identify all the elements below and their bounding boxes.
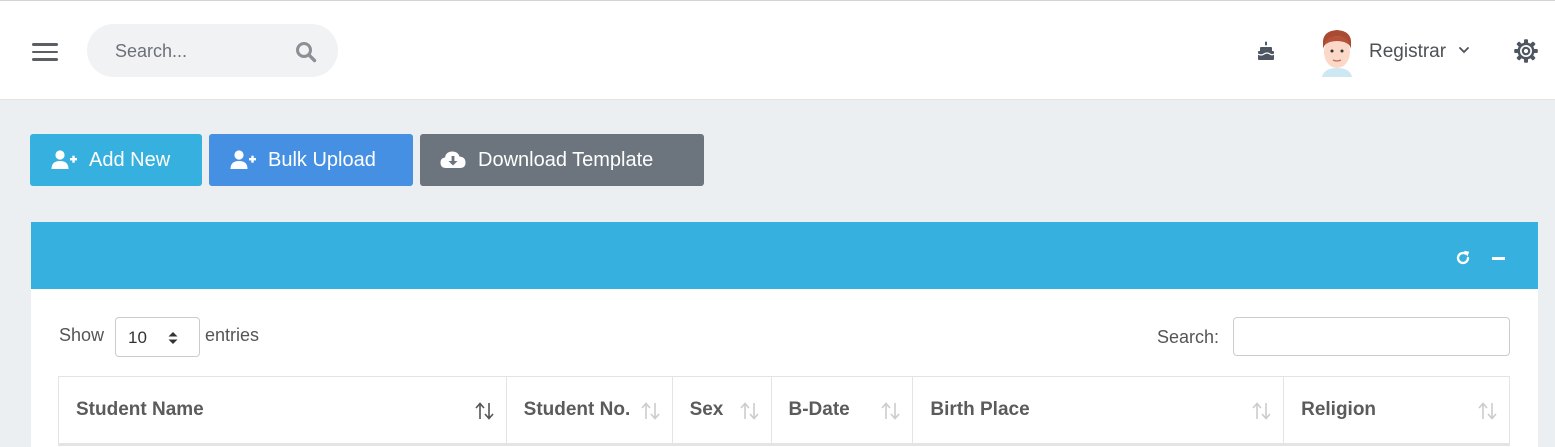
column-label: Religion — [1301, 399, 1377, 420]
bulk-upload-button[interactable]: Bulk Upload — [209, 134, 413, 186]
entries-label: entries — [205, 325, 260, 345]
column-header-student-name[interactable]: Student Name — [58, 376, 507, 446]
column-header-student-no[interactable]: Student No. — [505, 376, 673, 446]
column-header-religion[interactable]: Religion — [1283, 376, 1510, 446]
show-label: Show — [59, 325, 105, 345]
global-search-input[interactable] — [115, 39, 295, 63]
sort-icon — [475, 402, 494, 420]
sort-icon — [1252, 402, 1271, 420]
select-arrows-icon — [168, 332, 178, 344]
card-header — [31, 222, 1538, 289]
column-header-sex[interactable]: Sex — [671, 376, 772, 446]
collapse-icon[interactable] — [1492, 257, 1505, 260]
column-header-b-date[interactable]: B-Date — [770, 376, 914, 446]
avatar[interactable] — [1318, 27, 1356, 77]
column-header-birth-place[interactable]: Birth Place — [912, 376, 1285, 446]
user-plus-icon — [51, 150, 77, 169]
search-icon[interactable] — [295, 41, 317, 63]
refresh-icon[interactable] — [1455, 250, 1471, 266]
table-search-label: Search: — [1157, 327, 1220, 347]
download-template-label: Download Template — [478, 148, 654, 171]
add-new-label: Add New — [89, 148, 171, 171]
global-search-box[interactable] — [87, 24, 338, 77]
entries-value: 10 — [128, 328, 147, 347]
add-new-button[interactable]: Add New — [30, 134, 202, 186]
column-label: Sex — [689, 399, 724, 420]
sort-icon — [881, 402, 901, 420]
entries-select[interactable]: 10 — [115, 317, 200, 357]
cake-icon[interactable] — [1257, 41, 1275, 61]
column-label: Student No. — [523, 399, 631, 420]
students-table: Student Name Student No. Sex B-Date Birt… — [58, 376, 1510, 446]
sort-icon — [1478, 402, 1497, 420]
bulk-upload-label: Bulk Upload — [268, 148, 376, 171]
column-label: Student Name — [76, 399, 204, 420]
download-template-button[interactable]: Download Template — [420, 134, 704, 186]
cloud-download-icon — [440, 151, 466, 168]
user-name[interactable]: Registrar — [1369, 41, 1446, 63]
table-search-input[interactable] — [1233, 317, 1510, 356]
top-navbar: Registrar — [0, 0, 1555, 100]
column-label: Birth Place — [930, 399, 1030, 420]
students-card: Show 10 entries Search: Student Name Stu… — [31, 222, 1538, 447]
hamburger-menu-icon[interactable] — [32, 43, 58, 63]
sort-icon — [739, 402, 759, 420]
chevron-down-icon[interactable] — [1459, 47, 1469, 54]
gear-icon[interactable] — [1513, 38, 1539, 64]
user-plus-icon — [230, 150, 256, 169]
column-label: B-Date — [788, 399, 850, 420]
sort-icon — [640, 402, 660, 420]
